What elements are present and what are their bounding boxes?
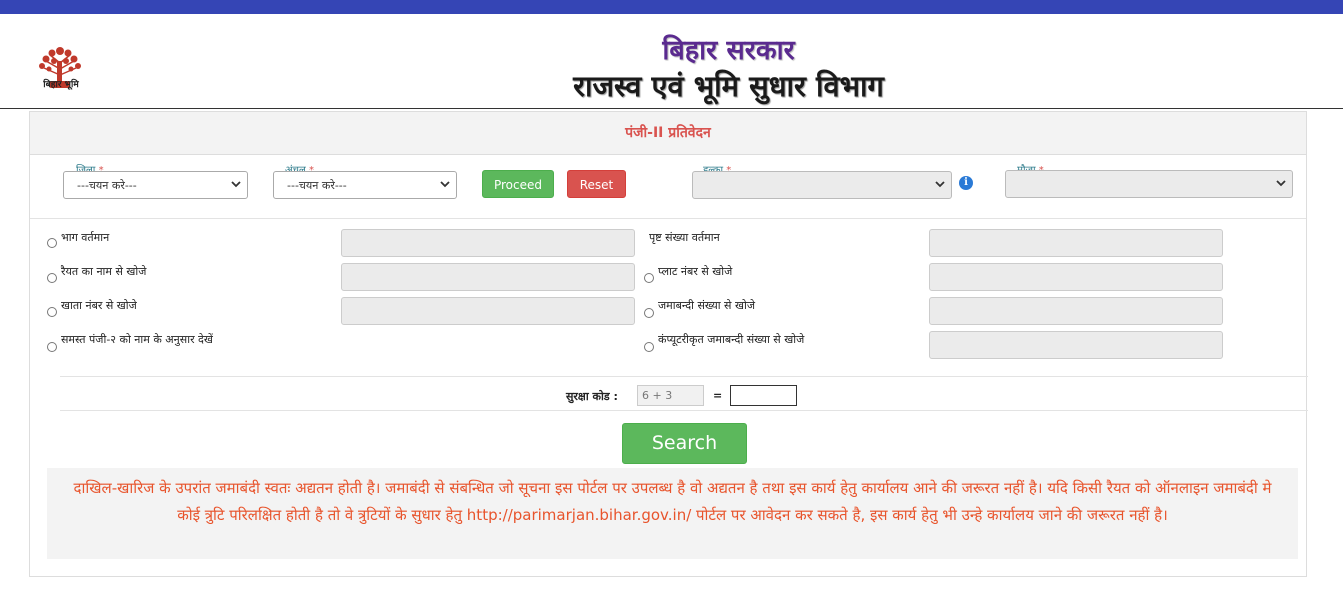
prisht-sankhya-input[interactable] xyxy=(929,229,1223,257)
option-label: कंप्यूटरीकृत जमाबन्दी संख्या से खोजे xyxy=(658,333,805,346)
divider xyxy=(60,376,1308,377)
search-button[interactable]: Search xyxy=(622,423,747,464)
divider xyxy=(60,410,1308,411)
option-label: समस्त पंजी-२ को नाम के अनुसार देखें xyxy=(61,333,213,346)
raiyat-name-input[interactable] xyxy=(341,263,635,291)
radio-bhag-vartman[interactable] xyxy=(47,238,57,248)
department-title: राजस्व एवं भूमि सुधार विभाग xyxy=(573,69,884,103)
bhag-vartman-input[interactable] xyxy=(341,229,635,257)
chevron-down-icon xyxy=(231,181,241,188)
panel-header: पंजी-II प्रतिवेदन xyxy=(30,112,1306,155)
circle-select-value: ---चयन करे--- xyxy=(287,179,347,192)
chevron-down-icon xyxy=(440,181,450,188)
computerized-jamabandi-input[interactable] xyxy=(929,331,1223,359)
radio-plot-number[interactable] xyxy=(644,273,654,283)
option-label: प्लाट नंबर से खोजे xyxy=(658,265,733,278)
chevron-down-icon xyxy=(935,181,945,188)
radio-computerized-jamabandi[interactable] xyxy=(644,342,654,352)
site-header: बिहार भूमि बिहार सरकार राजस्व एवं भूमि स… xyxy=(0,14,1343,109)
captcha-answer-input[interactable] xyxy=(730,385,797,406)
proceed-button[interactable]: Proceed xyxy=(482,170,554,198)
option-label: भाग वर्तमान xyxy=(61,231,110,244)
circle-select[interactable]: ---चयन करे--- xyxy=(273,171,457,199)
equals-sign: = xyxy=(713,389,723,402)
district-select[interactable]: ---चयन करे--- xyxy=(63,171,248,199)
top-bar xyxy=(0,0,1343,14)
plot-number-input[interactable] xyxy=(929,263,1223,291)
notice-text: दाखिल-खारिज के उपरांत जमाबंदी स्वतः अद्य… xyxy=(47,468,1298,559)
jamabandi-number-input[interactable] xyxy=(929,297,1223,325)
chevron-down-icon xyxy=(1276,180,1286,187)
mauja-select[interactable] xyxy=(1005,170,1293,198)
radio-khata-number[interactable] xyxy=(47,307,57,317)
option-label: पृष्ट संख्या वर्तमान xyxy=(649,231,720,244)
option-label: जमाबन्दी संख्या से खोजे xyxy=(658,299,755,312)
district-select-value: ---चयन करे--- xyxy=(77,179,137,192)
khata-number-input[interactable] xyxy=(341,297,635,325)
info-icon[interactable]: i xyxy=(959,176,973,190)
halka-select[interactable] xyxy=(692,171,952,199)
divider xyxy=(30,218,1306,219)
radio-all-panji-by-name[interactable] xyxy=(47,342,57,352)
reset-button[interactable]: Reset xyxy=(567,170,626,198)
option-label: रैयत का नाम से खोजे xyxy=(61,265,147,278)
radio-raiyat-name[interactable] xyxy=(47,273,57,283)
radio-jamabandi-number[interactable] xyxy=(644,308,654,318)
option-label: खाता नंबर से खोजे xyxy=(61,299,137,312)
government-title: बिहार सरकार xyxy=(662,35,795,66)
panel-title: पंजी-II प्रतिवेदन xyxy=(625,125,711,141)
captcha-expression: 6 + 3 xyxy=(637,385,704,406)
security-code-label: सुरक्षा कोड : xyxy=(566,390,618,403)
